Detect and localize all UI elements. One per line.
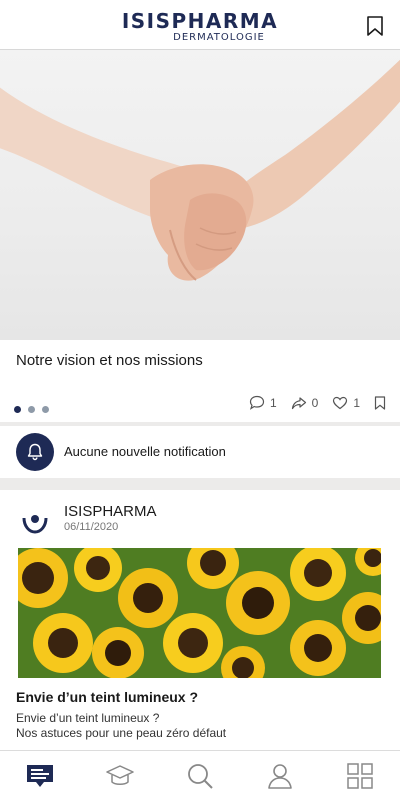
brand-logo: ISISPHARMA DERMATOLOGIE — [0, 10, 400, 44]
nav-menu[interactable] — [344, 760, 376, 792]
heart-icon — [333, 396, 348, 409]
featured-title: Notre vision et nos missions — [16, 352, 203, 369]
post-description: Envie d’un teint lumineux ? Nos astuces … — [16, 711, 386, 741]
brand-name: ISISPHARMA — [121, 9, 279, 33]
post-date: 06/11/2020 — [64, 521, 119, 533]
pager-dot[interactable] — [42, 406, 49, 413]
like-button[interactable]: 1 — [332, 396, 360, 410]
bookmark-icon[interactable] — [366, 16, 384, 36]
comment-button[interactable]: 1 — [249, 395, 277, 410]
news-post[interactable]: ISISPHARMA 06/11/2020 Envie d’un teint l… — [0, 490, 400, 750]
share-count: 0 — [311, 395, 319, 410]
holding-hands-photo — [0, 59, 400, 281]
bell-icon — [27, 443, 43, 461]
pager-dot[interactable] — [14, 406, 21, 413]
nav-training[interactable] — [104, 760, 136, 792]
brand-subtitle: DERMATOLOGIE — [173, 32, 265, 43]
post-image[interactable] — [18, 548, 381, 678]
share-button[interactable]: 0 — [291, 395, 319, 410]
featured-stats: 1 0 1 — [235, 395, 386, 410]
comment-icon — [249, 395, 265, 410]
share-icon — [291, 396, 306, 409]
comment-count: 1 — [269, 395, 277, 410]
notification-bar[interactable]: Aucune nouvelle notification — [0, 426, 400, 478]
bookmark-icon[interactable] — [374, 395, 386, 410]
featured-image[interactable] — [0, 50, 400, 340]
nav-news[interactable] — [24, 760, 56, 792]
author-avatar — [18, 504, 52, 538]
grid-icon — [347, 763, 373, 789]
post-description-line: Nos astuces pour une peau zéro défaut — [16, 726, 227, 740]
like-count: 1 — [353, 395, 360, 410]
bottom-navigation — [0, 750, 400, 800]
pager-dot[interactable] — [28, 406, 35, 413]
graduation-cap-icon — [106, 765, 134, 785]
carousel-pager[interactable] — [14, 400, 56, 418]
post-description-line: Envie d’un teint lumineux ? — [16, 711, 160, 725]
post-author: ISISPHARMA — [64, 503, 157, 520]
notification-badge — [16, 433, 54, 471]
sunflowers-photo — [18, 548, 381, 678]
news-feed-icon — [27, 765, 53, 787]
post-title: Envie d’un teint lumineux ? — [16, 689, 199, 705]
notification-text: Aucune nouvelle notification — [64, 444, 226, 459]
nav-profile[interactable] — [264, 760, 296, 792]
nav-search[interactable] — [184, 760, 216, 792]
featured-card[interactable]: Notre vision et nos missions 1 0 1 — [0, 340, 400, 422]
user-icon — [268, 764, 292, 789]
app-header: ISISPHARMA DERMATOLOGIE — [0, 0, 400, 50]
search-icon — [188, 764, 213, 789]
